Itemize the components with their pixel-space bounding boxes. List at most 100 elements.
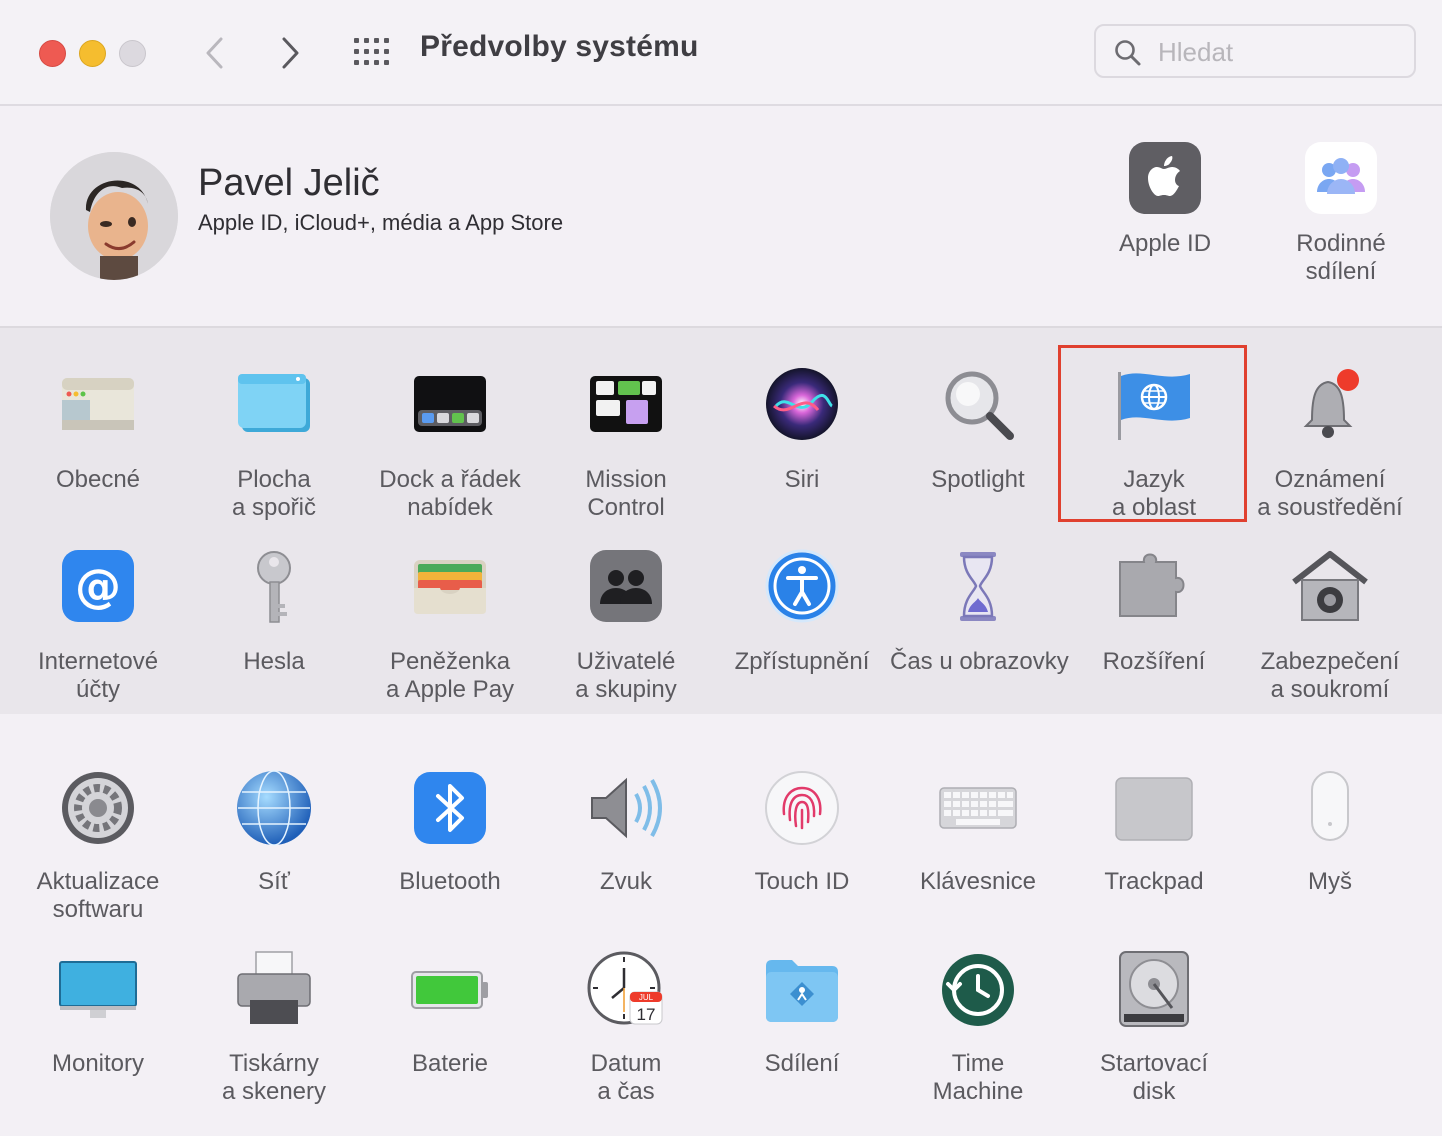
network-globe-icon <box>234 768 314 848</box>
pref-label-line2: disk <box>1132 1078 1176 1105</box>
pref-label-line1: Peněženka <box>389 648 511 675</box>
users-icon <box>586 548 666 628</box>
minimize-button[interactable] <box>79 40 106 67</box>
pref-label-line1: Aktualizace <box>36 868 160 895</box>
keyboard-icon <box>938 768 1018 848</box>
speaker-icon <box>586 768 666 848</box>
pref-label-line2: Control <box>587 494 665 521</box>
monitor-icon <box>58 950 138 1030</box>
account-subtitle: Apple ID, iCloud+, média a App Store <box>198 210 564 235</box>
pref-security-privacy[interactable]: Zabezpečení a soukromí <box>1242 548 1418 704</box>
forward-button[interactable] <box>271 33 311 73</box>
pref-label-line1: Tiskárny <box>229 1050 319 1077</box>
pref-trackpad[interactable]: Trackpad <box>1066 768 1242 896</box>
pref-sharing[interactable]: Sdílení <box>714 950 890 1078</box>
calendar-day: 17 <box>637 1005 656 1024</box>
pref-screen-time[interactable]: Čas u obrazovky <box>890 548 1069 676</box>
pref-label-line1: Rodinné <box>1296 230 1386 257</box>
key-icon <box>234 548 314 628</box>
pref-internet-accounts[interactable]: @ Internetové účty <box>10 548 186 704</box>
mission-control-icon <box>586 366 666 446</box>
pref-printers-scanners[interactable]: Tiskárny a skenery <box>186 950 362 1106</box>
window-title: Předvolby systému <box>420 30 699 63</box>
siri-icon <box>762 366 842 446</box>
pref-extensions[interactable]: Rozšíření <box>1066 548 1242 676</box>
pref-label-line2: softwaru <box>52 896 144 923</box>
pref-mission-control[interactable]: Mission Control <box>538 366 714 522</box>
svg-text:@: @ <box>75 559 121 613</box>
pref-siri[interactable]: Siri <box>714 366 890 494</box>
apple-logo-icon <box>1129 142 1201 214</box>
mouse-icon <box>1290 768 1370 848</box>
pref-date-time[interactable]: JUL 17 Datum a čas <box>538 950 714 1106</box>
pref-label-line1: Plocha <box>237 466 311 493</box>
memoji-avatar-icon <box>50 152 178 280</box>
desktop-screensaver-icon <box>234 366 314 446</box>
pref-label-line1: Bluetooth <box>399 868 501 895</box>
pref-label-line1: Uživatelé <box>576 648 676 675</box>
pref-startup-disk[interactable]: Startovací disk <box>1066 950 1242 1106</box>
pref-keyboard[interactable]: Klávesnice <box>890 768 1066 896</box>
zoom-button[interactable] <box>119 40 146 67</box>
pref-label-line2: a soukromí <box>1270 676 1390 703</box>
pref-label-line1: Spotlight <box>931 466 1025 493</box>
pref-apple-id[interactable]: Apple ID <box>1085 142 1245 258</box>
sharing-folder-icon <box>762 950 842 1030</box>
pref-label-line2: a skupiny <box>575 676 677 703</box>
pref-passwords[interactable]: Hesla <box>186 548 362 676</box>
pref-spotlight[interactable]: Spotlight <box>890 366 1066 494</box>
spotlight-icon <box>938 366 1018 446</box>
hourglass-icon <box>938 548 1018 628</box>
chevron-left-icon <box>206 37 223 69</box>
pref-mouse[interactable]: Myš <box>1242 768 1418 896</box>
close-button[interactable] <box>39 40 66 67</box>
system-preferences-window: Předvolby systému Pavel Jelič Apple ID, … <box>0 0 1442 1136</box>
search-field[interactable] <box>1094 24 1416 78</box>
pref-accessibility[interactable]: Zpřístupnění <box>714 548 890 676</box>
pref-label-line1: Datum <box>590 1050 662 1077</box>
titlebar: Předvolby systému <box>0 0 1442 106</box>
pref-dock-menubar[interactable]: Dock a řádek nabídek <box>362 366 538 522</box>
search-input[interactable] <box>1156 34 1400 70</box>
pref-touch-id[interactable]: Touch ID <box>714 768 890 896</box>
pref-desktop-screensaver[interactable]: Plocha a spořič <box>186 366 362 522</box>
pref-label-line2: a soustředění <box>1257 494 1403 521</box>
pref-label-line2: nabídek <box>407 494 493 521</box>
pref-displays[interactable]: Monitory <box>10 950 186 1078</box>
pref-label-line2: účty <box>75 676 120 703</box>
pref-users-groups[interactable]: Uživatelé a skupiny <box>538 548 714 704</box>
back-button[interactable] <box>196 33 236 73</box>
pref-label-line2: sdílení <box>1305 258 1377 285</box>
pref-network[interactable]: Síť <box>186 768 362 896</box>
pref-wallet-applepay[interactable]: Peněženka a Apple Pay <box>362 548 538 704</box>
grid-icon <box>354 38 389 65</box>
pref-sound[interactable]: Zvuk <box>538 768 714 896</box>
pref-family-sharing[interactable]: Rodinné sdílení <box>1261 142 1421 286</box>
fingerprint-icon <box>762 768 842 848</box>
pref-label-line1: Oznámení <box>1274 466 1386 493</box>
house-safe-icon <box>1290 548 1370 628</box>
pref-label-line1: Čas u obrazovky <box>890 648 1069 675</box>
bell-icon <box>1290 366 1370 446</box>
pref-label-line1: Startovací <box>1099 1050 1209 1077</box>
puzzle-icon <box>1114 548 1194 628</box>
pref-general[interactable]: Obecné <box>10 366 186 494</box>
trackpad-icon <box>1114 768 1194 848</box>
pref-notifications-focus[interactable]: Oznámení a soustředění <box>1242 366 1418 522</box>
pref-bluetooth[interactable]: Bluetooth <box>362 768 538 896</box>
pref-time-machine[interactable]: Time Machine <box>890 950 1066 1106</box>
pref-label-line1: Sdílení <box>764 1050 840 1077</box>
pref-label-line1: Internetové <box>37 648 159 675</box>
account-section: Pavel Jelič Apple ID, iCloud+, média a A… <box>0 106 1442 326</box>
pref-battery[interactable]: Baterie <box>362 950 538 1078</box>
family-sharing-icon <box>1305 142 1377 214</box>
pref-label-line1: Time <box>951 1050 1005 1077</box>
pref-software-update[interactable]: Aktualizace softwaru <box>10 768 186 924</box>
pref-label-line1: Zpřístupnění <box>734 648 870 675</box>
avatar[interactable] <box>50 152 178 280</box>
pref-label-line1: Mission <box>585 466 667 493</box>
bluetooth-icon <box>410 768 490 848</box>
hard-disk-icon <box>1114 950 1194 1030</box>
search-icon <box>1115 40 1141 66</box>
show-all-button[interactable] <box>352 36 392 68</box>
